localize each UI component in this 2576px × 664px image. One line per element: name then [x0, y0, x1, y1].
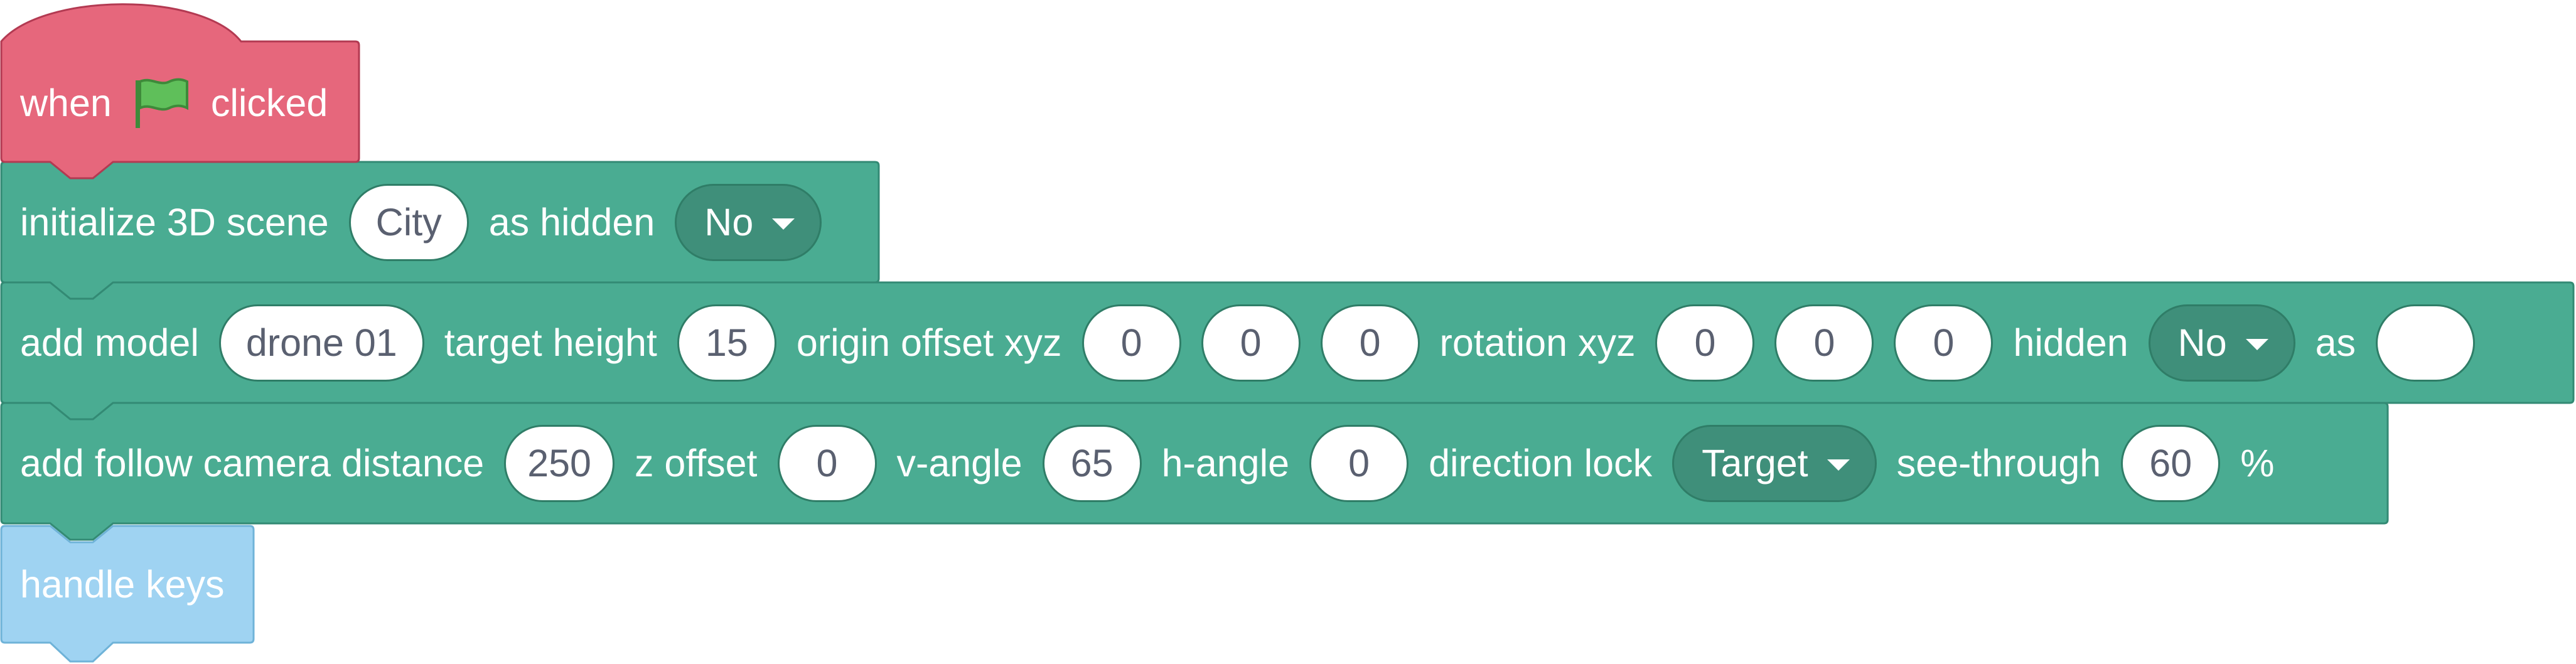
direction-lock-value: Target — [1702, 442, 1808, 485]
follow-camera-label: add follow camera distance — [20, 442, 485, 485]
z-offset-input[interactable]: 0 — [777, 424, 877, 502]
model-alias-input[interactable] — [2376, 304, 2476, 382]
when-flag-clicked-block[interactable]: when clicked — [0, 43, 328, 163]
h-angle-input[interactable]: 0 — [1309, 424, 1409, 502]
rotation-y-input[interactable]: 0 — [1774, 304, 1874, 382]
direction-lock-label: direction lock — [1429, 442, 1653, 485]
add-model-block[interactable]: add model drone 01 target height 15 orig… — [0, 282, 2476, 403]
see-through-input[interactable]: 60 — [2121, 424, 2221, 502]
model-name-input[interactable]: drone 01 — [218, 304, 424, 382]
target-height-input[interactable]: 15 — [677, 304, 776, 382]
chevron-down-icon — [2245, 339, 2268, 350]
model-hidden-label: hidden — [2013, 321, 2128, 364]
scene-hidden-value: No — [704, 201, 754, 244]
v-angle-label: v-angle — [896, 442, 1022, 485]
handle-keys-block[interactable]: handle keys — [0, 526, 225, 643]
scene-hidden-dropdown[interactable]: No — [675, 183, 822, 261]
see-through-label: see-through — [1896, 442, 2101, 485]
model-hidden-value: No — [2177, 321, 2227, 364]
when-label: when — [20, 82, 112, 124]
clicked-label: clicked — [210, 82, 328, 124]
h-angle-label: h-angle — [1161, 442, 1290, 485]
rotation-label: rotation xyz — [1439, 321, 1636, 364]
script-stack: when clicked initialize 3D scene City as… — [0, 0, 2576, 664]
v-angle-input[interactable]: 65 — [1042, 424, 1142, 502]
as-label: as — [2315, 321, 2356, 364]
target-height-label: target height — [444, 321, 657, 364]
init-scene-label: initialize 3D scene — [20, 201, 329, 244]
as-hidden-label: as hidden — [488, 201, 655, 244]
z-offset-label: z offset — [634, 442, 758, 485]
camera-distance-input[interactable]: 250 — [504, 424, 614, 502]
rotation-z-input[interactable]: 0 — [1894, 304, 1994, 382]
chevron-down-icon — [772, 218, 795, 230]
percent-label: % — [2240, 442, 2275, 485]
follow-camera-block[interactable]: add follow camera distance 250 z offset … — [0, 403, 2274, 523]
origin-y-input[interactable]: 0 — [1201, 304, 1301, 382]
direction-lock-dropdown[interactable]: Target — [1672, 424, 1877, 502]
init-scene-block[interactable]: initialize 3D scene City as hidden No — [0, 162, 842, 282]
handle-keys-label: handle keys — [20, 563, 225, 606]
model-hidden-dropdown[interactable]: No — [2148, 304, 2295, 382]
green-flag-icon — [132, 75, 190, 131]
origin-x-input[interactable]: 0 — [1081, 304, 1181, 382]
origin-z-input[interactable]: 0 — [1320, 304, 1420, 382]
rotation-x-input[interactable]: 0 — [1655, 304, 1755, 382]
chevron-down-icon — [1827, 459, 1850, 471]
origin-offset-label: origin offset xyz — [796, 321, 1062, 364]
scene-name-input[interactable]: City — [348, 183, 469, 261]
add-model-label: add model — [20, 321, 199, 364]
